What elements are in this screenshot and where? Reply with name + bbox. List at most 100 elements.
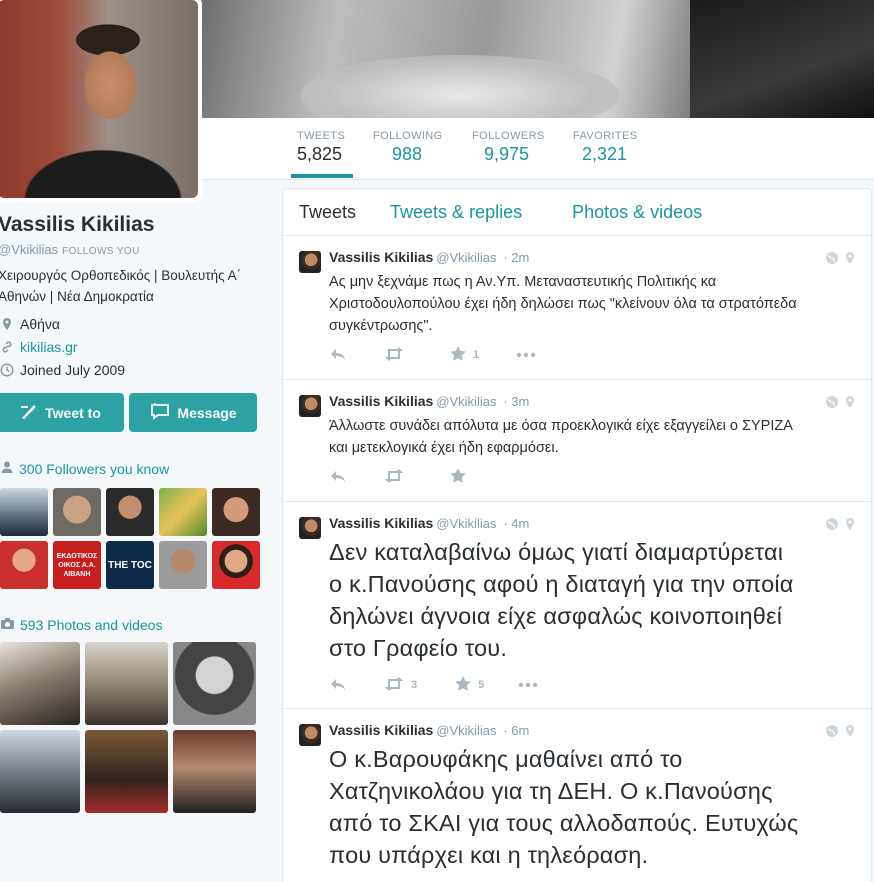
tweet-avatar[interactable] bbox=[299, 251, 321, 273]
tweet-author-name[interactable]: Vassilis Kikilias bbox=[329, 393, 433, 409]
tweet-to-button[interactable]: Tweet to bbox=[0, 393, 124, 432]
tweet-text-line: στο Γραφείο του. bbox=[329, 635, 508, 661]
follower-avatar[interactable]: ΕΚΔΟΤΙΚΟΣ ΟΙΚΟΣ Α.Α. ΛΙΒΑΝΗ bbox=[53, 541, 101, 589]
clock-icon bbox=[0, 363, 14, 377]
stat-followers[interactable]: FOLLOWERS 9,975 bbox=[472, 130, 545, 165]
tweet-author-name[interactable]: Vassilis Kikilias bbox=[329, 722, 433, 738]
follows-you-badge: FOLLOWS YOU bbox=[62, 246, 140, 257]
followers-you-know-link[interactable]: 300 Followers you know bbox=[0, 460, 169, 477]
photos-videos-link[interactable]: 593 Photos and videos bbox=[0, 617, 162, 633]
profile-website: kikilias.gr bbox=[0, 339, 78, 355]
reply-button[interactable] bbox=[329, 347, 347, 364]
favorite-button[interactable] bbox=[450, 468, 473, 486]
profile-name[interactable]: Vassilis Kikilias bbox=[0, 213, 154, 237]
stat-value: 9,975 bbox=[484, 144, 530, 164]
tweet-avatar[interactable] bbox=[299, 395, 321, 417]
website-link[interactable]: kikilias.gr bbox=[20, 339, 78, 355]
tweet-timestamp[interactable]: · 6m bbox=[503, 723, 529, 738]
stream-tabs: Tweets Tweets & replies Photos & videos bbox=[283, 189, 871, 236]
reply-button[interactable] bbox=[329, 469, 347, 486]
tweet-author-handle[interactable]: @Vkikilias bbox=[436, 394, 496, 409]
message-button[interactable]: Message bbox=[129, 393, 257, 432]
favorite-count: 5 bbox=[478, 679, 485, 691]
follower-avatar[interactable] bbox=[212, 488, 260, 536]
location-pin-icon bbox=[845, 251, 855, 270]
tab-tweets[interactable]: Tweets bbox=[299, 202, 356, 223]
tweet-header: Vassilis Kikilias @Vkikilias · 3m bbox=[329, 393, 529, 409]
profile-location: Αθήνα bbox=[0, 316, 60, 332]
tweet-meta-icons bbox=[825, 517, 855, 536]
tweet-item[interactable]: Vassilis Kikilias @Vkikilias · 2m Ας μην … bbox=[283, 236, 871, 380]
link-icon bbox=[0, 340, 14, 354]
handle-text[interactable]: @Vkikilias bbox=[0, 242, 58, 257]
photos-grid bbox=[0, 642, 256, 813]
photo-thumbnail[interactable] bbox=[0, 642, 80, 725]
joined-text: Joined July 2009 bbox=[20, 362, 126, 378]
more-button[interactable] bbox=[516, 349, 536, 361]
tab-photos-and-videos[interactable]: Photos & videos bbox=[572, 202, 702, 223]
tweet-header: Vassilis Kikilias @Vkikilias · 2m bbox=[329, 249, 529, 265]
tweet-avatar[interactable] bbox=[299, 517, 321, 539]
tweet-meta-icons bbox=[825, 724, 855, 743]
globe-icon bbox=[825, 724, 839, 743]
tab-tweets-and-replies[interactable]: Tweets & replies bbox=[390, 202, 522, 223]
tweet-author-handle[interactable]: @Vkikilias bbox=[436, 723, 496, 738]
tweet-author-handle[interactable]: @Vkikilias bbox=[436, 250, 496, 265]
globe-icon bbox=[825, 517, 839, 536]
tweet-author-handle[interactable]: @Vkikilias bbox=[436, 516, 496, 531]
follower-avatar[interactable] bbox=[0, 541, 48, 589]
banner-photo-detail bbox=[690, 0, 874, 118]
follower-avatar[interactable] bbox=[159, 488, 207, 536]
tweet-header: Vassilis Kikilias @Vkikilias · 6m bbox=[329, 722, 529, 738]
follower-avatar[interactable] bbox=[212, 541, 260, 589]
tweet-timestamp[interactable]: · 4m bbox=[503, 516, 529, 531]
follower-avatar[interactable] bbox=[0, 488, 48, 536]
follower-avatar[interactable] bbox=[106, 488, 154, 536]
stat-following[interactable]: FOLLOWING 988 bbox=[373, 130, 443, 165]
follower-avatar[interactable]: THE TOC bbox=[106, 541, 154, 589]
tweet-text-line: Χατζηνικολάου για τη ΔΕΗ. Ο κ.Πανούσης bbox=[329, 778, 773, 804]
stat-value: 988 bbox=[392, 144, 423, 164]
stat-favorites[interactable]: FAVORITES 2,321 bbox=[573, 130, 638, 165]
photo-thumbnail[interactable] bbox=[85, 642, 168, 725]
profile-handle: @Vkikilias FOLLOWS YOU bbox=[0, 242, 140, 257]
more-dots-icon bbox=[516, 349, 536, 361]
tweet-text: Ο κ.Βαρουφάκης μαθαίνει από το Χατζηνικο… bbox=[329, 743, 859, 871]
followers-you-know-label: 300 Followers you know bbox=[19, 460, 170, 477]
retweet-button[interactable]: 3 bbox=[384, 676, 417, 694]
photo-thumbnail[interactable] bbox=[173, 730, 256, 813]
retweet-icon bbox=[384, 676, 404, 694]
follower-avatar[interactable] bbox=[159, 541, 207, 589]
stat-tweets[interactable]: TWEETS 5,825 bbox=[290, 130, 354, 178]
favorite-button[interactable]: 5 bbox=[455, 676, 484, 694]
tweet-item[interactable]: Vassilis Kikilias @Vkikilias · 6m Ο κ.Βαρ… bbox=[283, 709, 871, 882]
tweet-text: Άλλωστε συνάδει απόλυτα με όσα προεκλογι… bbox=[329, 415, 859, 459]
tweet-text-line: και μετεκλογικά έχει ήδη εφαρμόσει. bbox=[329, 440, 559, 456]
location-pin-icon bbox=[845, 517, 855, 536]
stat-value: 2,321 bbox=[582, 144, 628, 164]
tweet-author-name[interactable]: Vassilis Kikilias bbox=[329, 249, 433, 265]
reply-button[interactable] bbox=[329, 677, 347, 694]
tweet-avatar[interactable] bbox=[299, 724, 321, 746]
retweet-button[interactable] bbox=[384, 346, 411, 364]
photo-thumbnail[interactable] bbox=[173, 642, 256, 725]
stat-label: FOLLOWERS bbox=[472, 130, 545, 142]
tweet-timestamp[interactable]: · 2m bbox=[503, 250, 529, 265]
profile-avatar[interactable] bbox=[0, 0, 202, 202]
tweet-actions: 1 bbox=[329, 346, 536, 364]
tweet-item[interactable]: Vassilis Kikilias @Vkikilias · 4m Δεν κατ… bbox=[283, 502, 871, 709]
follower-avatar[interactable] bbox=[53, 488, 101, 536]
tweet-item[interactable]: Vassilis Kikilias @Vkikilias · 3m Άλλωστε… bbox=[283, 380, 871, 502]
location-pin-icon bbox=[845, 724, 855, 743]
photo-thumbnail[interactable] bbox=[0, 730, 80, 813]
more-button[interactable] bbox=[518, 679, 538, 691]
tweet-timestamp[interactable]: · 3m bbox=[503, 394, 529, 409]
favorite-button[interactable]: 1 bbox=[450, 346, 479, 364]
tweet-author-name[interactable]: Vassilis Kikilias bbox=[329, 515, 433, 531]
tweet-text-line: από το ΣΚΑΙ για τους αλλοδαπούς. Ευτυχώς bbox=[329, 810, 799, 836]
followers-you-know-grid: ΕΚΔΟΤΙΚΟΣ ΟΙΚΟΣ Α.Α. ΛΙΒΑΝΗ THE TOC bbox=[0, 488, 260, 589]
tweet-stream: Tweets Tweets & replies Photos & videos … bbox=[282, 188, 872, 882]
photo-thumbnail[interactable] bbox=[85, 730, 168, 813]
retweet-button[interactable] bbox=[384, 468, 411, 486]
tweet-text-line: που υπάρχει και η τηλεόραση. bbox=[329, 842, 649, 868]
